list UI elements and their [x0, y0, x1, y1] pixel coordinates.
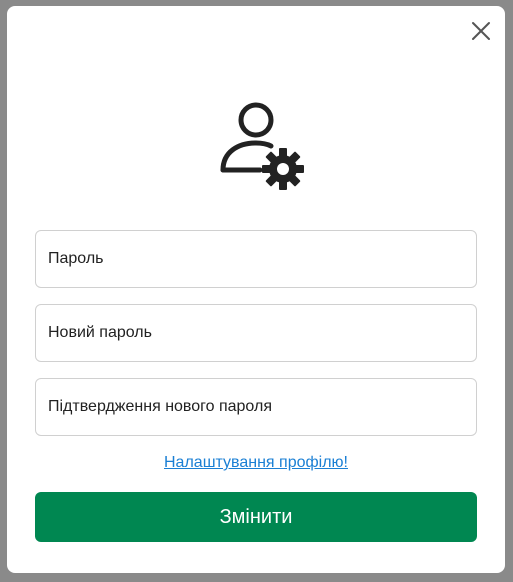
profile-settings-link[interactable]: Налаштування профілю!	[7, 454, 505, 472]
change-button[interactable]: Змінити	[35, 492, 477, 542]
new-password-field[interactable]	[35, 304, 477, 362]
password-field[interactable]	[35, 230, 477, 288]
close-button[interactable]	[470, 20, 492, 42]
confirm-password-field[interactable]	[35, 378, 477, 436]
user-gear-icon	[220, 100, 310, 194]
close-icon	[472, 22, 490, 40]
change-password-modal: Налаштування профілю! Змінити	[7, 6, 505, 573]
